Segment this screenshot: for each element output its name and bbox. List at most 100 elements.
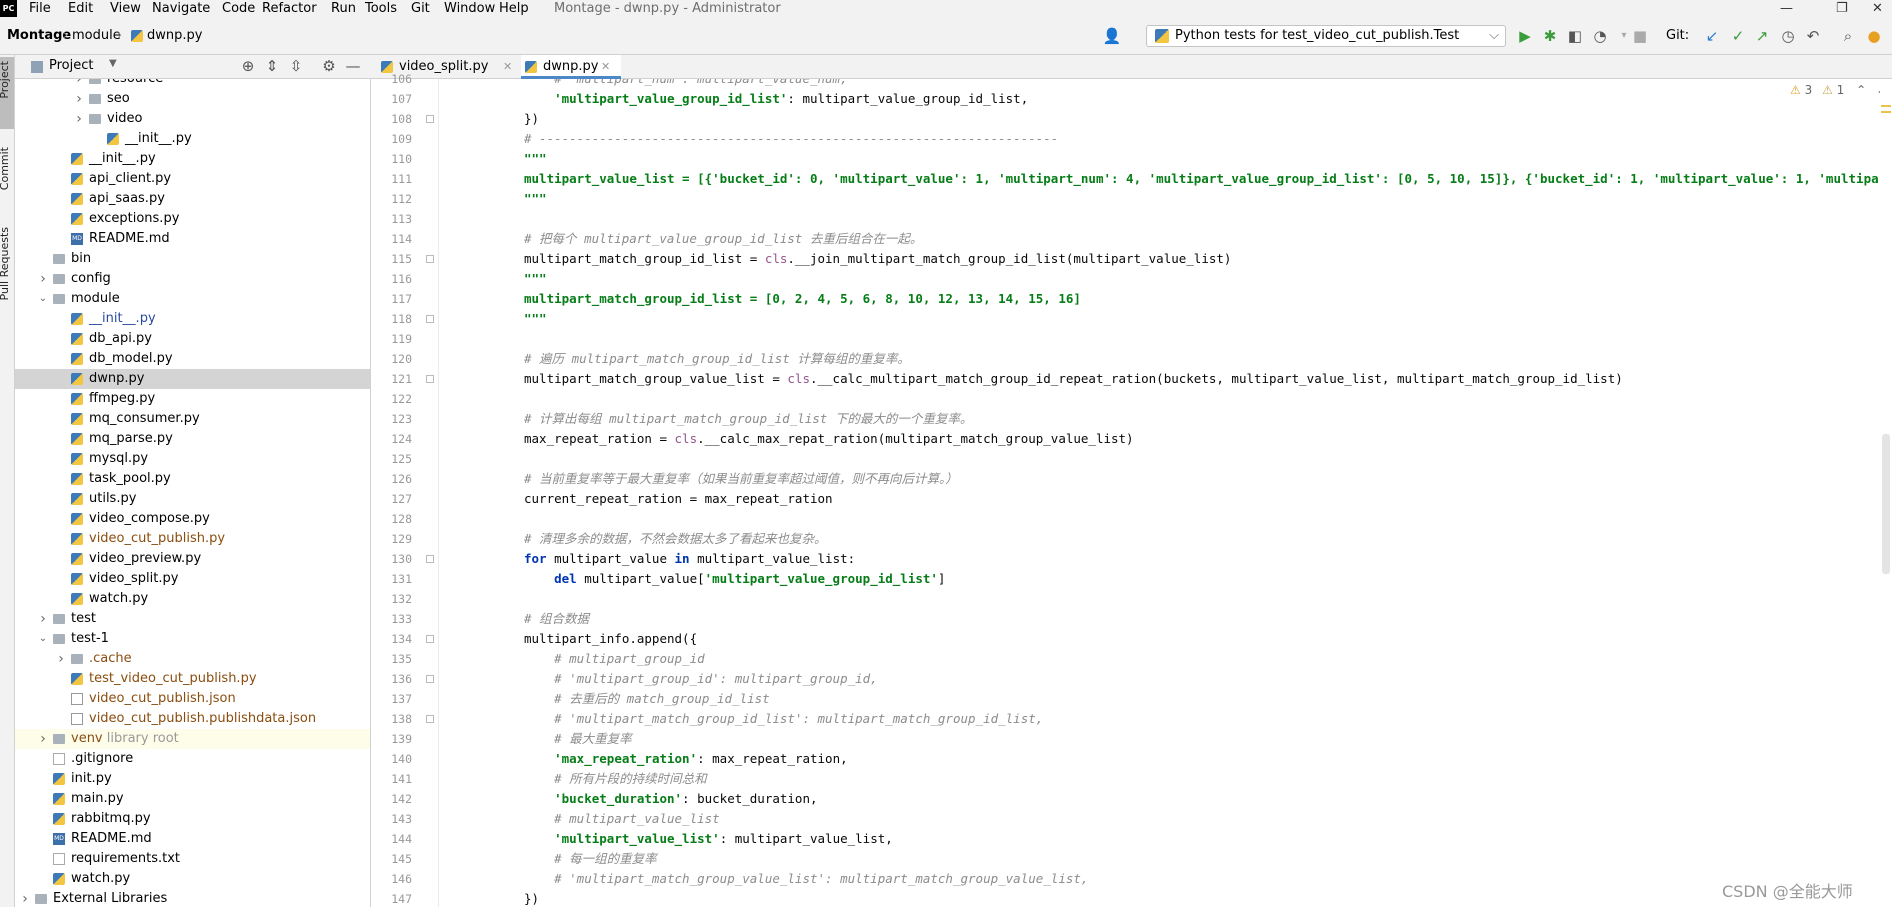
menu-git[interactable]: Git: [411, 0, 430, 17]
code-editor[interactable]: # 'multipart_num': multipart_value_num, …: [440, 79, 1880, 907]
tree-item[interactable]: MD README.md: [15, 829, 370, 849]
fold-marker-icon[interactable]: [426, 675, 434, 683]
menu-code[interactable]: Code: [222, 0, 255, 17]
code-line[interactable]: # 'multipart_group_id': multipart_group_…: [524, 669, 878, 689]
tree-item[interactable]: utils.py: [15, 489, 370, 509]
tree-item[interactable]: video_compose.py: [15, 509, 370, 529]
close-tab-icon[interactable]: ✕: [601, 55, 610, 79]
code-line[interactable]: # multipart_group_id: [524, 649, 705, 669]
scrollbar-thumb[interactable]: [1882, 434, 1890, 574]
git-rollback-icon[interactable]: ↶: [1803, 27, 1823, 45]
warning-marker[interactable]: [1881, 105, 1891, 107]
tree-item[interactable]: db_model.py: [15, 349, 370, 369]
fold-marker-icon[interactable]: [426, 715, 434, 723]
code-line[interactable]: del multipart_value['multipart_value_gro…: [524, 569, 945, 589]
tree-item[interactable]: main.py: [15, 789, 370, 809]
fold-marker-icon[interactable]: [426, 635, 434, 643]
code-line[interactable]: multipart_value_list = [{'bucket_id': 0,…: [524, 169, 1880, 189]
tree-item[interactable]: requirements.txt: [15, 849, 370, 869]
tree-item[interactable]: video_cut_publish.py: [15, 529, 370, 549]
tree-item[interactable]: db_api.py: [15, 329, 370, 349]
tool-tab-project[interactable]: Project: [0, 61, 12, 99]
minimize-icon[interactable]: —: [1780, 0, 1793, 17]
chevron-right-icon[interactable]: ›: [55, 649, 67, 669]
run-configuration-select[interactable]: Python tests for test_video_cut_publish.…: [1146, 25, 1506, 47]
chevron-down-icon[interactable]: ▼: [109, 58, 117, 69]
locate-icon[interactable]: ⊕: [238, 57, 258, 75]
code-line[interactable]: current_repeat_ration = max_repeat_ratio…: [524, 489, 833, 509]
code-line[interactable]: # 当前重复率等于最大重复率（如果当前重复率超过阈值，则不再向后计算。）: [524, 469, 958, 489]
debug-icon[interactable]: ✱: [1540, 27, 1560, 45]
tree-item[interactable]: › test: [15, 609, 370, 629]
warning-marker[interactable]: [1881, 111, 1891, 113]
menu-window[interactable]: Window: [444, 0, 495, 17]
tree-item[interactable]: mysql.py: [15, 449, 370, 469]
menu-navigate[interactable]: Navigate: [152, 0, 210, 17]
tree-item[interactable]: mq_parse.py: [15, 429, 370, 449]
code-line[interactable]: # 'multipart_num': multipart_value_num,: [524, 79, 848, 89]
inspection-widget[interactable]: ⚠ 3 ⚠ 1 ⌃ ⌄: [1790, 83, 1886, 97]
tree-item[interactable]: MD README.md: [15, 229, 370, 249]
tree-item[interactable]: __init__.py: [15, 129, 370, 149]
close-tab-icon[interactable]: ✕: [503, 55, 512, 79]
collapse-all-icon[interactable]: ⇳: [286, 57, 306, 75]
breadcrumb-project[interactable]: Montage: [7, 27, 71, 45]
chevron-right-icon[interactable]: ›: [73, 109, 85, 129]
code-line[interactable]: 'bucket_duration': bucket_duration,: [524, 789, 817, 809]
chevron-right-icon[interactable]: ›: [73, 89, 85, 109]
tree-item[interactable]: .gitignore: [15, 749, 370, 769]
tree-item[interactable]: init.py: [15, 769, 370, 789]
code-line[interactable]: # 把每个 multipart_value_group_id_list 去重后组…: [524, 229, 922, 249]
profile-icon[interactable]: ◔: [1590, 27, 1610, 45]
chevron-right-icon[interactable]: ›: [19, 889, 31, 907]
code-line[interactable]: 'multipart_value_group_id_list': multipa…: [524, 89, 1028, 109]
fold-marker-icon[interactable]: [426, 555, 434, 563]
code-line[interactable]: # 'multipart_match_group_value_list': mu…: [524, 869, 1088, 889]
code-line[interactable]: for multipart_value in multipart_value_l…: [524, 549, 855, 569]
tree-item[interactable]: › resource: [15, 79, 370, 89]
menu-file[interactable]: File: [29, 0, 51, 17]
search-icon[interactable]: ⌕: [1838, 27, 1858, 45]
tree-item[interactable]: video_split.py: [15, 569, 370, 589]
coverage-icon[interactable]: ◧: [1565, 27, 1585, 45]
tree-item[interactable]: watch.py: [15, 589, 370, 609]
git-update-icon[interactable]: ↙: [1702, 27, 1722, 45]
code-line[interactable]: multipart_match_group_id_list = cls.__jo…: [524, 249, 1231, 269]
breadcrumb-file[interactable]: dwnp.py: [147, 27, 202, 45]
fold-marker-icon[interactable]: [426, 115, 434, 123]
tree-item[interactable]: ⌄ module: [15, 289, 370, 309]
code-line[interactable]: # 所有片段的持续时间总和: [524, 769, 707, 789]
tree-item[interactable]: watch.py: [15, 869, 370, 889]
tree-item[interactable]: video_cut_publish.publishdata.json: [15, 709, 370, 729]
fold-marker-icon[interactable]: [426, 255, 434, 263]
tree-item[interactable]: dwnp.py: [15, 369, 370, 389]
code-line[interactable]: multipart_info.append({: [524, 629, 697, 649]
fold-marker-icon[interactable]: [426, 315, 434, 323]
chevron-up-icon[interactable]: ⌃: [1856, 83, 1866, 97]
git-push-icon[interactable]: ↗: [1752, 27, 1772, 45]
code-line[interactable]: # 组合数据: [524, 609, 589, 629]
code-line[interactable]: multipart_match_group_id_list = [0, 2, 4…: [524, 289, 1081, 309]
code-line[interactable]: # 清理多余的数据，不然会数据太多了看起来也复杂。: [524, 529, 827, 549]
tree-item[interactable]: video_preview.py: [15, 549, 370, 569]
code-line[interactable]: # 遍历 multipart_match_group_id_list 计算每组的…: [524, 349, 910, 369]
user-icon[interactable]: 👤: [1102, 27, 1122, 45]
menu-refactor[interactable]: Refactor: [262, 0, 317, 17]
stop-icon[interactable]: ■: [1630, 27, 1650, 45]
menu-help[interactable]: Help: [499, 0, 529, 17]
code-line[interactable]: # 'multipart_match_group_id_list': multi…: [524, 709, 1043, 729]
run-icon[interactable]: ▶: [1515, 27, 1535, 45]
code-line[interactable]: """: [524, 309, 547, 329]
tree-item[interactable]: › seo: [15, 89, 370, 109]
tree-item[interactable]: __init__.py: [15, 149, 370, 169]
tool-tab-pull-requests[interactable]: Pull Requests: [0, 227, 12, 300]
tree-item[interactable]: › .cache: [15, 649, 370, 669]
tree-item[interactable]: test_video_cut_publish.py: [15, 669, 370, 689]
tree-item[interactable]: › config: [15, 269, 370, 289]
code-line[interactable]: multipart_match_group_value_list = cls._…: [524, 369, 1623, 389]
git-history-icon[interactable]: ◷: [1778, 27, 1798, 45]
code-line[interactable]: # 去重后的 match_group_id_list: [524, 689, 770, 709]
tree-item[interactable]: exceptions.py: [15, 209, 370, 229]
tool-tab-commit[interactable]: Commit: [0, 147, 12, 190]
restore-icon[interactable]: ❐: [1836, 0, 1848, 17]
